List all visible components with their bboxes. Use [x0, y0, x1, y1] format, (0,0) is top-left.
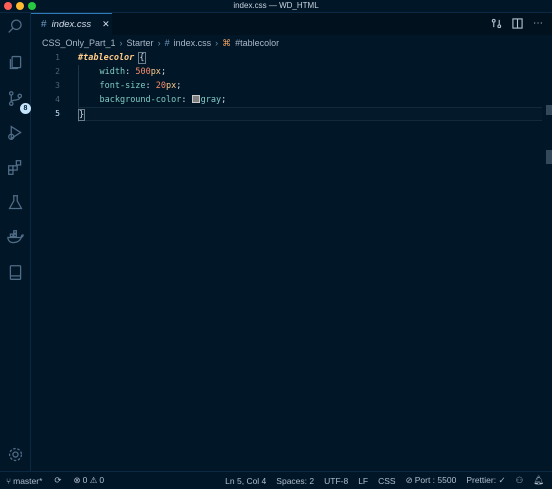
branch-status[interactable]: ⑂ master* [6, 476, 42, 486]
cursor-position[interactable]: Ln 5, Col 4 [225, 476, 266, 486]
css-value: gray [200, 95, 222, 105]
branch-label: master* [13, 475, 43, 486]
activity-bar: 8 [0, 13, 31, 471]
code-line: background-color: gray; [78, 93, 552, 107]
css-unit: px [166, 81, 177, 91]
open-brace: { [138, 52, 146, 64]
problems-status[interactable]: ⊗ 0 ⚠ 0 [74, 475, 105, 486]
split-editor-icon[interactable] [511, 17, 523, 29]
tab-bar: # index.css ✕ ⋯ [31, 13, 552, 35]
notifications-bell-icon[interactable]: 🔔︎ [533, 475, 544, 486]
git-branch-icon: ⑂ [6, 475, 12, 486]
broadcast-icon: ⊘ [405, 475, 413, 485]
line-number-gutter: 1 2 3 4 5 [31, 51, 65, 121]
scrollbar-marker[interactable] [546, 150, 552, 164]
line-number: 5 [55, 109, 60, 118]
symbol-rule-icon: ⌘ [222, 37, 232, 48]
code-area[interactable]: #tablecolor { width: 500px; font-size: 2… [77, 51, 552, 122]
warning-icon: ⚠ [89, 475, 98, 485]
css-number: 500 [135, 67, 151, 77]
port-label: Port : 5500 [414, 475, 457, 485]
sync-icon[interactable]: ⟳ [54, 475, 61, 486]
css-unit: px [150, 67, 161, 77]
run-debug-icon[interactable] [6, 123, 25, 142]
status-bar: ⑂ master* ⟳ ⊗ 0 ⚠ 0 Ln 5, Col 4 Spaces: 2 U… [0, 471, 552, 489]
breadcrumb: CSS_Only_Part_1 › Starter › # index.css … [31, 35, 552, 51]
close-tab-icon[interactable]: ✕ [102, 19, 110, 30]
source-control-badge: 8 [20, 103, 31, 114]
close-brace: } [77, 109, 86, 121]
error-icon: ⊗ [73, 475, 81, 485]
live-server-port[interactable]: ⊘ Port : 5500 [406, 475, 457, 486]
css-file-icon: # [164, 38, 170, 48]
code-line: font-size: 20px; [78, 79, 552, 93]
chevron-right-icon: › [119, 38, 123, 48]
line-number: 3 [55, 81, 60, 90]
css-selector: #tablecolor [78, 53, 135, 63]
tab-index-css[interactable]: # index.css ✕ [31, 13, 112, 35]
scrollbar-marker[interactable] [546, 105, 552, 115]
indentation[interactable]: Spaces: 2 [276, 476, 314, 486]
css-property: width [99, 67, 126, 77]
files-icon[interactable] [6, 53, 25, 72]
more-actions-icon[interactable]: ⋯ [532, 17, 544, 29]
breadcrumb-folder[interactable]: CSS_Only_Part_1 [42, 38, 116, 48]
remote-icon[interactable] [6, 263, 25, 282]
breadcrumb-file[interactable]: index.css [174, 38, 212, 48]
css-property: background-color [99, 95, 182, 105]
code-line: width: 500px; [78, 65, 552, 79]
warning-count: 0 [99, 475, 105, 485]
color-swatch[interactable] [191, 95, 200, 103]
tab-label: index.css [51, 19, 92, 30]
line-number: 1 [55, 53, 60, 62]
testing-icon[interactable] [6, 193, 25, 212]
code-line: #tablecolor { [78, 51, 552, 65]
breadcrumb-subfolder[interactable]: Starter [127, 38, 154, 48]
chevron-right-icon: › [215, 38, 219, 48]
css-property: font-size [99, 81, 146, 91]
docker-icon[interactable] [6, 228, 25, 247]
current-code-line: } [77, 107, 542, 122]
window-title: index.css — WD_HTML [233, 1, 319, 10]
error-count: 0 [82, 475, 88, 485]
line-number: 4 [55, 95, 60, 104]
settings-gear-icon[interactable] [6, 445, 25, 464]
extensions-icon[interactable] [6, 158, 25, 177]
css-number: 20 [155, 81, 167, 91]
feedback-icon[interactable]: ⚇ [516, 475, 524, 486]
prettier-status[interactable]: Prettier: ✓ [466, 475, 505, 486]
breadcrumb-symbol[interactable]: #tablecolor [235, 38, 279, 48]
code-editor[interactable]: 1 2 3 4 5 #tablecolor { width: 500px; fo… [31, 51, 552, 471]
search-icon[interactable] [6, 17, 25, 36]
encoding[interactable]: UTF-8 [324, 476, 348, 486]
line-number: 2 [55, 67, 60, 76]
chevron-right-icon: › [157, 38, 161, 48]
end-of-line[interactable]: LF [358, 476, 368, 486]
source-control-icon[interactable]: 8 [6, 89, 31, 114]
compare-changes-icon[interactable] [490, 17, 502, 29]
css-file-icon: # [41, 19, 47, 30]
title-bar: index.css — WD_HTML [0, 0, 552, 13]
language-mode[interactable]: CSS [378, 476, 395, 486]
